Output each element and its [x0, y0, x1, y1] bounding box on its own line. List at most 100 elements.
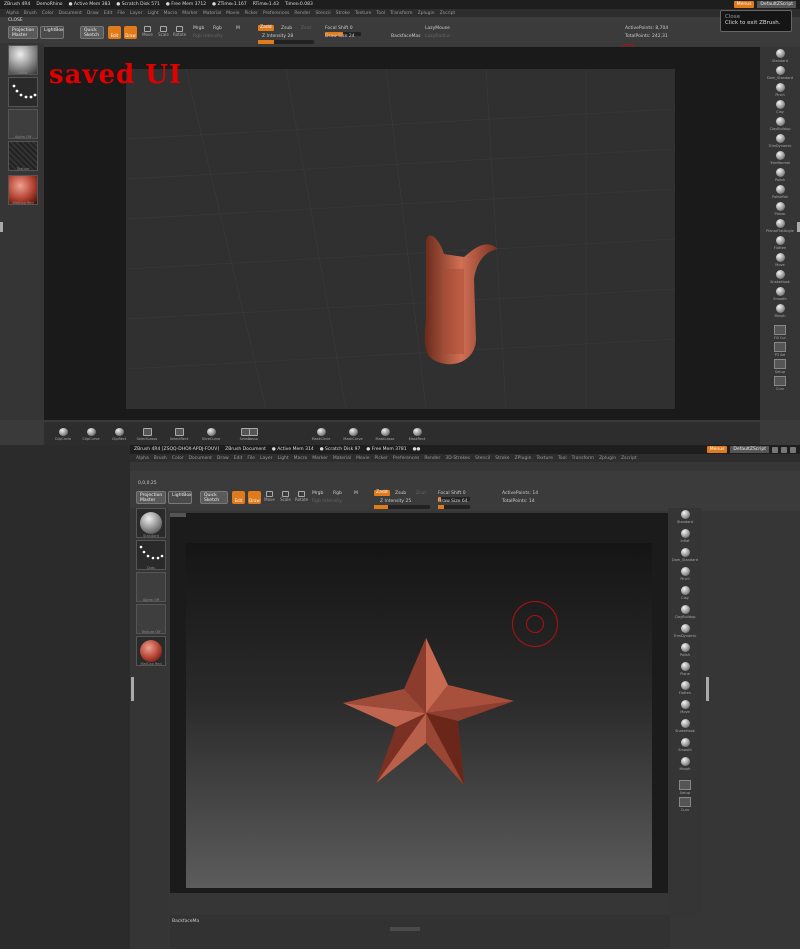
bottom-slicecurve-button[interactable]: SliceCurve	[196, 428, 226, 441]
w2-menu-material[interactable]: Material	[333, 456, 351, 461]
projection-master-button[interactable]: Projection Master	[8, 26, 38, 39]
w1-brush-claybuildup[interactable]: ClayBuildup	[765, 117, 795, 131]
w1-shelf-p3-sel[interactable]: P3 Sel	[765, 342, 795, 357]
document-canvas[interactable]	[125, 68, 676, 410]
stroke-thumbnail[interactable]	[8, 77, 38, 107]
script-button-2[interactable]: DefaultZScript	[730, 446, 769, 453]
w1-brush-standard[interactable]: Standard	[765, 49, 795, 63]
w2-shelf-curv[interactable]: Curv	[670, 797, 700, 812]
w1-menu-zscript[interactable]: Zscript	[440, 11, 456, 16]
scale-button-2[interactable]: Scale	[279, 491, 292, 504]
canvas-viewport[interactable]	[44, 47, 760, 420]
w1-menu-texture[interactable]: Texture	[355, 11, 371, 16]
move-button[interactable]: Move	[141, 26, 154, 39]
zadd-toggle-2[interactable]: Zadd	[374, 490, 390, 496]
mrgb-toggle-2[interactable]: Mrgb	[312, 491, 323, 496]
w1-menu-transform[interactable]: Transform	[390, 11, 412, 16]
w2-brush-pinch[interactable]: Pinch	[670, 567, 700, 581]
w1-menu-layer[interactable]: Layer	[130, 11, 143, 16]
rotate-button[interactable]: Rotate	[173, 26, 186, 39]
w1-menu-macro[interactable]: Macro	[164, 11, 178, 16]
mrgb-toggle[interactable]: Mrgb	[193, 26, 204, 31]
scroll-indicator[interactable]	[170, 513, 186, 517]
bottom-masklasso-button[interactable]: MaskLasso	[370, 428, 400, 441]
w2-menu-render[interactable]: Render	[424, 456, 440, 461]
w2-menu-transform[interactable]: Transform	[572, 456, 594, 461]
lightbox-button[interactable]: LightBox	[40, 26, 64, 39]
z-intensity-slider-2[interactable]: Z Intensity 25	[380, 499, 411, 504]
w1-menu-render[interactable]: Render	[294, 11, 310, 16]
z-intensity-track-2[interactable]	[374, 505, 430, 509]
lazymouse-toggle[interactable]: LazyMouse	[425, 26, 450, 31]
w2-brush-flatten[interactable]: Flatten	[670, 681, 700, 695]
w1-menu-brush[interactable]: Brush	[24, 11, 37, 16]
w1-brush-move[interactable]: Move	[765, 253, 795, 267]
w2-brush-inflat[interactable]: Inflat	[670, 529, 700, 543]
w2-menu-alpha[interactable]: Alpha	[136, 456, 149, 461]
zcut-toggle[interactable]: Zcut	[301, 26, 311, 31]
draw-size-track-2[interactable]	[438, 505, 470, 509]
bottom-lasso-button[interactable]: Lasso	[238, 428, 268, 441]
m-toggle[interactable]: M	[236, 26, 240, 31]
w2-brush-morph[interactable]: Morph	[670, 757, 700, 771]
texture-thumbnail[interactable]: Texture	[8, 141, 38, 171]
close-icon[interactable]	[790, 446, 796, 453]
bottom-clipcircle-button[interactable]: ClipCircle	[48, 428, 78, 441]
focal-shift-slider-2[interactable]: Focal Shift 0	[438, 491, 466, 496]
w2-brush-trimdynamic[interactable]: TrimDynamic	[670, 624, 700, 638]
maximize-icon[interactable]	[781, 446, 787, 453]
lazyradius-slider[interactable]: LazyRadius	[425, 34, 450, 39]
w1-brush-dam-standard[interactable]: Dam_Standard	[765, 66, 795, 80]
edit-button[interactable]: Edit	[108, 26, 121, 39]
left-tray-grip[interactable]	[0, 222, 3, 232]
w1-menu-marker[interactable]: Marker	[182, 11, 198, 16]
w1-brush-trimdynamic[interactable]: TrimDynamic	[765, 134, 795, 148]
brush-thumbnail-2[interactable]: Standard	[136, 508, 166, 538]
bottom-maskcircle-button[interactable]: MaskCircle	[306, 428, 336, 441]
canvas-viewport-2[interactable]	[170, 513, 668, 893]
w1-menu-preferences[interactable]: Preferences	[263, 11, 289, 16]
w2-menu-zplugin[interactable]: Zplugin	[599, 456, 616, 461]
rgb-intensity-slider-2[interactable]: Rgb Intensity	[312, 499, 342, 504]
bottom-cliprect-button[interactable]: ClipRect	[104, 428, 134, 441]
w1-brush-polish[interactable]: Polish	[765, 168, 795, 182]
w2-brush-move[interactable]: Move	[670, 700, 700, 714]
w1-brush-morph[interactable]: Morph	[765, 304, 795, 318]
w1-brush-trimnormal[interactable]: TrimNormal	[765, 151, 795, 165]
w2-menu-tool[interactable]: Tool	[558, 456, 567, 461]
w1-shelf-setup[interactable]: Setup	[765, 359, 795, 374]
bottom-maskrect-button[interactable]: MaskRect	[402, 428, 432, 441]
alpha-thumbnail[interactable]: Alpha Off	[8, 109, 38, 139]
w2-brush-smooth[interactable]: Smooth	[670, 738, 700, 752]
scale-button[interactable]: Scale	[157, 26, 170, 39]
w2-menu-picker[interactable]: Picker	[374, 456, 387, 461]
material-thumbnail-2[interactable]: MatCap Red	[136, 636, 166, 666]
w1-menu-picker[interactable]: Picker	[244, 11, 257, 16]
w1-menu-light[interactable]: Light	[147, 11, 158, 16]
w2-menu-color[interactable]: Color	[172, 456, 184, 461]
backface-mask-toggle-2[interactable]: BackfaceMa	[172, 919, 199, 924]
w2-brush-standard[interactable]: Standard	[670, 510, 700, 524]
alpha-thumbnail-2[interactable]: Alpha Off	[136, 572, 166, 602]
texture-thumbnail-2[interactable]: Texture Off	[136, 604, 166, 634]
w2-menu-preferences[interactable]: Preferences	[393, 456, 419, 461]
w2-menu-draw[interactable]: Draw	[217, 456, 229, 461]
w1-menu-document[interactable]: Document	[59, 11, 82, 16]
rgb-toggle-2[interactable]: Rgb	[333, 491, 342, 496]
z-intensity-slider[interactable]: Z Intensity 28	[262, 34, 293, 39]
w2-menu-3d-strokes[interactable]: 3D-Strokes	[445, 456, 470, 461]
sculpt-model[interactable]	[424, 235, 498, 365]
material-thumbnail[interactable]: MatCap Red	[8, 175, 38, 205]
quick-sketch-button-2[interactable]: Quick Sketch	[200, 491, 228, 504]
w2-brush-snakehook[interactable]: SnakeHook	[670, 719, 700, 733]
star-model[interactable]	[186, 543, 652, 888]
w1-brush-clay[interactable]: Clay	[765, 100, 795, 114]
w1-menu-stencil[interactable]: Stencil	[315, 11, 330, 16]
backface-mask-toggle[interactable]: BackfaceMas	[391, 34, 421, 39]
zsub-toggle-2[interactable]: Zsub	[395, 491, 406, 496]
bottom-maskcurve-button[interactable]: MaskCurve	[338, 428, 368, 441]
zadd-toggle[interactable]: Zadd	[258, 25, 274, 31]
w2-menu-zscript[interactable]: Zscript	[621, 456, 637, 461]
draw-button-2[interactable]: Draw	[248, 491, 261, 504]
focal-shift-slider[interactable]: Focal Shift 0	[325, 26, 353, 31]
